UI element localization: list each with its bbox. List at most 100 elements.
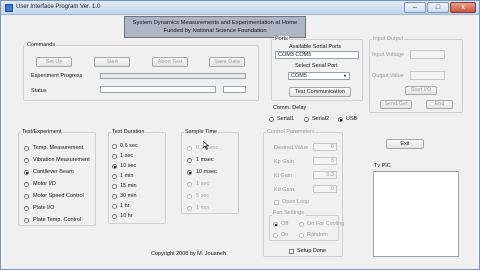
duration-label-0-6-sec: 0.6 sec <box>120 143 138 149</box>
close-button[interactable]: x <box>450 2 476 13</box>
duration-label-1-min: 1 min <box>120 173 134 179</box>
test-radio-motor-speed-control[interactable] <box>24 194 29 199</box>
control-params-title: Control Parameters <box>266 129 316 135</box>
test-radio-temp-measurement[interactable] <box>24 146 29 151</box>
ports-title: Ports <box>274 36 289 42</box>
open-loop-label: Open Loop <box>282 199 310 205</box>
test-label-plate-io: Plate I/O <box>33 205 55 211</box>
sample-radio-1-min[interactable] <box>187 206 192 211</box>
fan-radio-random[interactable] <box>299 233 304 238</box>
maximize-button[interactable]: □ <box>427 2 449 13</box>
duration-label-1-sec: 1 sec <box>120 153 134 159</box>
input-voltage-field[interactable] <box>410 50 445 59</box>
app-icon <box>5 4 13 12</box>
test-label-plate-temp-control: Plate Temp. Control <box>33 217 82 223</box>
duration-label-30-min: 30 min <box>120 193 137 199</box>
test-radio-plate-temp-control[interactable] <box>24 218 29 223</box>
sample-radio-1-msec[interactable] <box>187 158 192 163</box>
sample-label-10-msec: 10 msec <box>196 169 217 175</box>
test-label-vibration-measurement: Vibration Measurement <box>33 157 90 163</box>
tv-pic-label: Tv PIC <box>374 163 391 169</box>
test-radio-motor-io[interactable] <box>24 182 29 187</box>
desired-value-label: Desired Value <box>274 145 309 151</box>
comm-delay-title: Comm. Delay <box>273 105 307 111</box>
ki-gain-field[interactable]: 0.3 <box>313 171 337 179</box>
sample-label-5-sec: 5 sec <box>196 193 210 199</box>
save-data-button[interactable]: Save Data <box>209 57 245 67</box>
mouse-cursor-icon <box>203 141 209 150</box>
input-voltage-label: Input Voltage <box>372 52 405 58</box>
fan-radio-on-cooling[interactable] <box>299 222 304 227</box>
fan-radio-on[interactable] <box>273 233 278 238</box>
setup-done-checkbox[interactable] <box>289 249 294 254</box>
kp-gain-field[interactable]: 5 <box>313 157 337 165</box>
available-ports-label: Available Serial Ports <box>289 44 342 50</box>
sample-time-title: Sample Time <box>184 129 219 135</box>
comm-label-serial2: Serial2 <box>312 116 330 122</box>
duration-radio-10-hr[interactable] <box>112 214 117 219</box>
comm-label-serial1: Serial1 <box>277 116 295 122</box>
duration-label-15-min: 15 min <box>120 183 137 189</box>
duration-label-10-hr: 10 hr <box>120 213 133 219</box>
comm-radio-serial1[interactable] <box>269 117 274 122</box>
abort-test-button[interactable]: Abort Test <box>152 57 188 67</box>
status-label: Status <box>31 88 47 94</box>
comm-radio-serial2[interactable] <box>304 117 309 122</box>
start-io-button[interactable]: Start I/O <box>405 86 437 95</box>
send-get-button[interactable]: Send/Get <box>380 100 412 109</box>
sample-radio-0-1-msec[interactable] <box>187 146 192 151</box>
duration-radio-1-sec[interactable] <box>112 154 117 159</box>
test-communication-button[interactable]: Test Communication <box>289 87 351 97</box>
test-label-motor-io: Motor I/O <box>33 181 56 187</box>
output-value-label: Output Value <box>372 73 404 79</box>
end-button[interactable]: End <box>426 100 453 109</box>
test-label-motor-speed-control: Motor Speed Control <box>33 193 84 199</box>
fan-label-random: Random <box>307 232 328 238</box>
test-radio-cantilever-beam[interactable] <box>24 170 29 175</box>
kd-gain-label: Kd Gain <box>274 187 294 193</box>
input-output-title: Input Output <box>372 36 405 42</box>
start-button[interactable]: Start <box>94 57 130 67</box>
minimize-button[interactable]: – <box>404 2 426 13</box>
header-line-1: System Dynamics Measurements and Experim… <box>132 20 298 26</box>
sample-radio-1-sec[interactable] <box>187 182 192 187</box>
duration-label-10-sec: 10 sec <box>120 163 137 169</box>
desired-value-field[interactable]: 0 <box>313 143 337 151</box>
duration-radio-15-min[interactable] <box>112 184 117 189</box>
output-value-field[interactable] <box>410 71 445 80</box>
sample-radio-10-msec[interactable] <box>187 170 192 175</box>
kp-gain-label: Kp Gain <box>274 159 294 165</box>
duration-label-1-hr: 1 hr <box>120 203 130 209</box>
main-window: User Interface Program Ver. 1.0 – □ x Sy… <box>0 0 480 270</box>
exit-button[interactable]: Exit <box>386 139 424 149</box>
tv-pic-display <box>373 171 459 257</box>
status-field <box>100 86 216 93</box>
fan-radio-off[interactable] <box>273 222 278 227</box>
duration-radio-1-hr[interactable] <box>112 204 117 209</box>
kd-gain-field[interactable]: 0 <box>313 185 337 193</box>
test-label-cantilever-beam: Cantilever Beam <box>33 169 74 175</box>
open-loop-checkbox[interactable] <box>274 200 279 205</box>
progress-bar <box>100 73 246 79</box>
serial-port-select[interactable]: COM5 ▼ <box>288 72 350 80</box>
setup-done-label: Setup Done <box>297 248 327 254</box>
test-radio-vibration-measurement[interactable] <box>24 158 29 163</box>
window-title: User Interface Program Ver. 1.0 <box>16 4 101 10</box>
test-duration-title: Test Duration <box>111 129 146 135</box>
setup-button[interactable]: Set Up <box>36 57 72 67</box>
test-experiment-title: Test/Experiment <box>21 129 63 135</box>
duration-radio-10-sec[interactable] <box>112 164 117 169</box>
test-radio-plate-io[interactable] <box>24 206 29 211</box>
status-field-small <box>223 86 246 93</box>
duration-radio-30-min[interactable] <box>112 194 117 199</box>
duration-radio-1-min[interactable] <box>112 174 117 179</box>
sample-radio-5-sec[interactable] <box>187 194 192 199</box>
fan-settings-group <box>269 215 339 241</box>
duration-radio-0-6-sec[interactable] <box>112 144 117 149</box>
test-label-temp-measurement: Temp. Measurement <box>33 145 84 151</box>
copyright-text: Copyright 2008 by M. Jouaneh <box>151 251 226 257</box>
ki-gain-label: Ki Gain <box>274 173 293 179</box>
fan-settings-title: Fan Settings <box>272 210 305 216</box>
sample-label-1-msec: 1 msec <box>196 157 214 163</box>
comm-radio-usb[interactable] <box>338 117 343 122</box>
